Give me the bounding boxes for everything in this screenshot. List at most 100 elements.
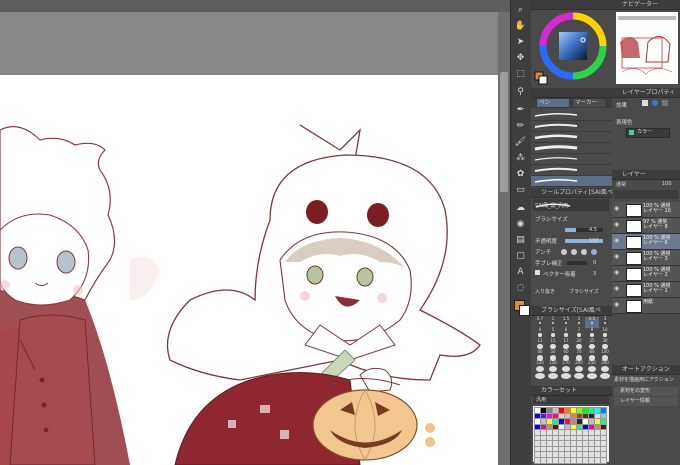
- decoration-tool-icon[interactable]: ✿: [514, 168, 527, 181]
- brush-size-button[interactable]: ブラシサイズ: [569, 288, 599, 295]
- scrollbar-thumb[interactable]: [500, 72, 508, 192]
- expression-color-select[interactable]: カラー: [637, 129, 652, 136]
- color-swatch[interactable]: [600, 456, 607, 464]
- brush-size-preset-label: 250: [588, 360, 596, 365]
- anti-alias-label: アンチ: [535, 250, 552, 256]
- brush-size-preset[interactable]: [559, 372, 573, 383]
- brush-row[interactable]: [531, 121, 612, 132]
- layer-opacity-value[interactable]: 100: [662, 181, 672, 187]
- zoom-tool-icon[interactable]: ⌕: [514, 4, 527, 17]
- vector-snap-checkbox[interactable]: [535, 270, 540, 275]
- eye-icon[interactable]: ◉: [614, 302, 622, 308]
- effect-tone-icon[interactable]: [652, 100, 658, 106]
- stabilization-slider[interactable]: [567, 261, 587, 265]
- in-out-button[interactable]: 入り抜き: [535, 288, 555, 295]
- anti-alias-none-icon[interactable]: [561, 249, 567, 255]
- blend-tool-icon[interactable]: ☁: [514, 202, 527, 215]
- brush-row[interactable]: [531, 154, 612, 165]
- brush-size-dot: [587, 373, 597, 379]
- eye-icon[interactable]: ◉: [614, 286, 622, 292]
- layer-row-paper[interactable]: ◉ 用紙: [612, 298, 680, 314]
- brush-size-preset[interactable]: 150: [546, 361, 560, 372]
- brush-size-dot: [565, 322, 567, 324]
- color-wheel[interactable]: [531, 10, 612, 89]
- effect-label: 効果: [616, 103, 628, 109]
- move-layer-tool-icon[interactable]: ✥: [514, 52, 527, 65]
- brush-row-selected[interactable]: [531, 176, 612, 187]
- tab-pen[interactable]: ペン: [537, 99, 569, 107]
- pen-tool-icon[interactable]: ✒: [514, 104, 527, 117]
- eye-icon[interactable]: ◉: [614, 270, 622, 276]
- text-tool-icon[interactable]: A: [514, 266, 527, 279]
- brush-size-preset[interactable]: [546, 372, 560, 383]
- fill-tool-icon[interactable]: ◉: [514, 218, 527, 231]
- auto-action-item[interactable]: 素材をの変形: [614, 387, 678, 396]
- brush-size-dot: [578, 322, 580, 324]
- layer-row[interactable]: ◉ 100 % 通常 レイヤー 1: [612, 282, 680, 298]
- auto-action-set[interactable]: 素材を描画用にアクション: [614, 376, 678, 384]
- layer-row[interactable]: ◉ 97 % 通常 レイヤー 8: [612, 218, 680, 234]
- operation-tool-icon[interactable]: ➤: [514, 36, 527, 49]
- brush-size-preset[interactable]: [585, 372, 599, 383]
- color-set-select[interactable]: 汎用: [533, 396, 609, 404]
- brush-size-preset[interactable]: 120: [533, 361, 547, 372]
- brush-size-grid: 0.7 1 1.5 2 2.5 3 4 5 6 7 8 10 12 15 17 20 25 30 40 50 60 70 8…: [533, 317, 611, 383]
- airbrush-tool-icon[interactable]: ⁂: [514, 152, 527, 165]
- selection-tool-icon[interactable]: ⬚: [514, 68, 527, 81]
- brush-size-preset[interactable]: 170: [559, 361, 573, 372]
- brush-size-dot: [590, 333, 594, 337]
- brush-size-preset[interactable]: 300: [598, 361, 612, 372]
- subtool-title: [531, 88, 612, 98]
- effect-texture-icon[interactable]: [662, 100, 668, 106]
- brush-size-dot: [574, 373, 584, 379]
- color-swatch-grid[interactable]: [533, 406, 609, 464]
- auto-action-item[interactable]: レイヤー情報: [614, 397, 678, 406]
- brush-size-preset[interactable]: 200: [572, 361, 586, 372]
- canvas-vertical-scrollbar[interactable]: [498, 12, 510, 465]
- layer-row[interactable]: ◉ 100 % 通常 レイヤー 2: [612, 266, 680, 282]
- anti-alias-high-icon[interactable]: [591, 249, 597, 255]
- brush-tool-icon[interactable]: 🖌: [514, 136, 527, 149]
- layer-toolbar: [614, 190, 678, 199]
- layer-title: レイヤー: [612, 170, 680, 180]
- layer-row[interactable]: ◉ 100 % 通常 レイヤー 10: [612, 202, 680, 218]
- anti-alias-mid-icon[interactable]: [581, 249, 587, 255]
- canvas-area[interactable]: [0, 0, 510, 465]
- anti-alias-low-icon[interactable]: [571, 249, 577, 255]
- brush-size-preset-label: 40: [537, 349, 543, 354]
- drawing-canvas[interactable]: [0, 75, 498, 465]
- layer-row[interactable]: ◉ 100 % 通常 レイヤー 3: [612, 250, 680, 266]
- eraser-tool-icon[interactable]: ▭: [514, 184, 527, 197]
- brush-size-preset[interactable]: [598, 372, 612, 383]
- eye-icon[interactable]: ◉: [614, 206, 622, 212]
- balloon-tool-icon[interactable]: ◌: [514, 282, 527, 295]
- eye-icon[interactable]: ◉: [614, 238, 622, 244]
- sub-color-swatch[interactable]: [519, 305, 530, 316]
- blend-mode-select[interactable]: 通常: [616, 181, 626, 188]
- brush-size-title: ブラシサイズ[SAI風ペ: [531, 306, 612, 316]
- layer-row-selected[interactable]: ◉ 100 % 通常 レイヤー 6: [612, 234, 680, 250]
- brush-size-label: ブラシサイズ: [535, 217, 568, 223]
- brush-size-preset[interactable]: [572, 372, 586, 383]
- brush-row[interactable]: [531, 165, 612, 176]
- hand-tool-icon[interactable]: ✋: [514, 20, 527, 33]
- brush-size-preset[interactable]: 250: [585, 361, 599, 372]
- brush-row[interactable]: [531, 110, 612, 121]
- tab-marker[interactable]: マーカー: [573, 99, 605, 107]
- pencil-tool-icon[interactable]: ✏: [514, 120, 527, 133]
- eye-icon[interactable]: ◉: [614, 254, 622, 260]
- brush-size-preset-label: 80: [589, 349, 595, 354]
- brush-size-preset-label: 30: [602, 338, 608, 343]
- eye-icon[interactable]: ◉: [614, 222, 622, 228]
- brush-row[interactable]: [531, 143, 612, 154]
- layer-panel: レイヤー 通常 100 ◉ 100 % 通常 レイヤー 10 ◉ 97 % 通常 レ…: [612, 170, 680, 365]
- navigator-preview[interactable]: [616, 12, 678, 84]
- brush-size-preset[interactable]: [533, 372, 547, 383]
- brush-size-slider[interactable]: [565, 228, 603, 232]
- gradient-tool-icon[interactable]: ▤: [514, 234, 527, 247]
- brush-size-preset-label: 100: [601, 349, 609, 354]
- figure-tool-icon[interactable]: ▢: [514, 250, 527, 263]
- eyedropper-tool-icon[interactable]: ⚲: [514, 86, 527, 99]
- effect-border-icon[interactable]: [642, 100, 648, 106]
- brush-row[interactable]: [531, 132, 612, 143]
